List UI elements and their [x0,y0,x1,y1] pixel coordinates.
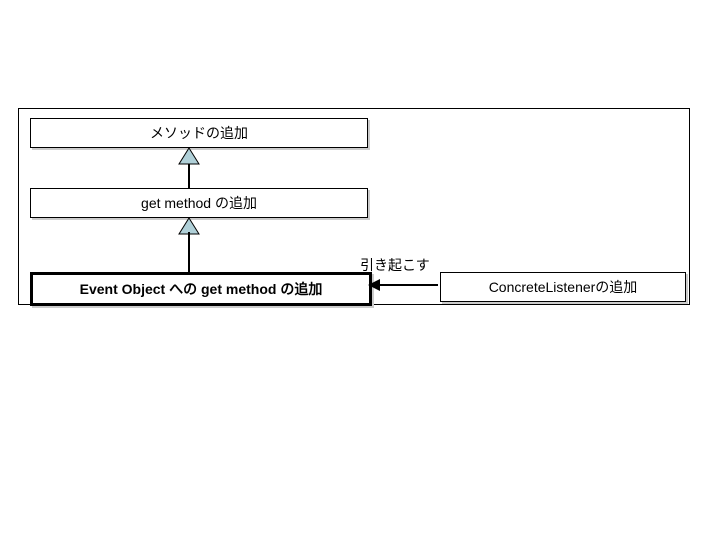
arrow-left-icon [368,279,380,291]
box-get-method-add: get method の追加 [30,188,368,218]
dependency-line [378,284,438,286]
box-concrete-listener: ConcreteListenerの追加 [440,272,686,302]
connector-line [188,164,190,188]
box-label: Event Object への get method の追加 [80,281,323,297]
box-label: get method の追加 [141,195,257,211]
box-event-object-get-method: Event Object への get method の追加 [30,272,372,306]
edge-label: 引き起こす [360,255,430,275]
inheritance-arrow-icon [177,146,201,166]
box-method-add: メソッドの追加 [30,118,368,148]
box-label: メソッドの追加 [150,125,248,141]
box-label: ConcreteListenerの追加 [489,279,638,295]
connector-line [188,232,190,272]
